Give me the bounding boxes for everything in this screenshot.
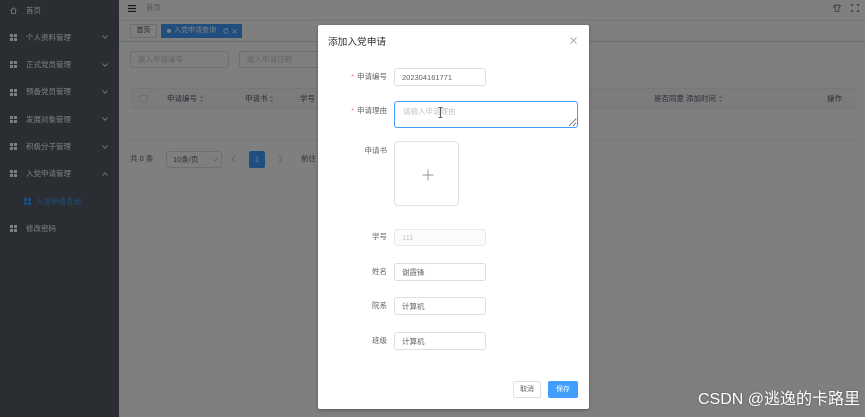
name-input[interactable] xyxy=(394,263,486,281)
apply-no-label: * 申请编号 xyxy=(318,72,387,82)
department-label: 院系 xyxy=(372,301,387,310)
name-label: 姓名 xyxy=(372,267,387,276)
dialog-title: 添加入党申请 xyxy=(328,37,387,48)
add-application-dialog: 添加入党申请 *申请编号 *申请理由 申请书 学号 姓名 院系 班级 取消 保存 xyxy=(318,25,589,409)
student-id-label: 学号 xyxy=(372,232,387,241)
watermark: CSDN @逃逸的卡路里 xyxy=(697,391,860,408)
student-id-input xyxy=(394,229,486,246)
class-input[interactable] xyxy=(394,332,486,350)
required-mark: * xyxy=(351,72,354,81)
department-input[interactable] xyxy=(394,297,486,315)
text-cursor-icon xyxy=(438,107,443,118)
class-label: 班级 xyxy=(372,336,387,345)
field-label-text: 申请理由 xyxy=(357,106,387,115)
application-doc-upload[interactable] xyxy=(394,141,459,206)
application-doc-label: 申请书 xyxy=(364,146,388,155)
apply-reason-label: * 申请理由 xyxy=(318,106,387,116)
save-button[interactable]: 保存 xyxy=(548,381,578,398)
close-icon[interactable] xyxy=(569,36,577,44)
cancel-button[interactable]: 取消 xyxy=(513,381,541,398)
apply-no-input[interactable] xyxy=(394,68,486,86)
required-mark: * xyxy=(351,106,354,115)
plus-icon xyxy=(422,169,433,180)
field-label-text: 申请编号 xyxy=(357,72,387,81)
apply-reason-textarea[interactable] xyxy=(394,101,578,128)
